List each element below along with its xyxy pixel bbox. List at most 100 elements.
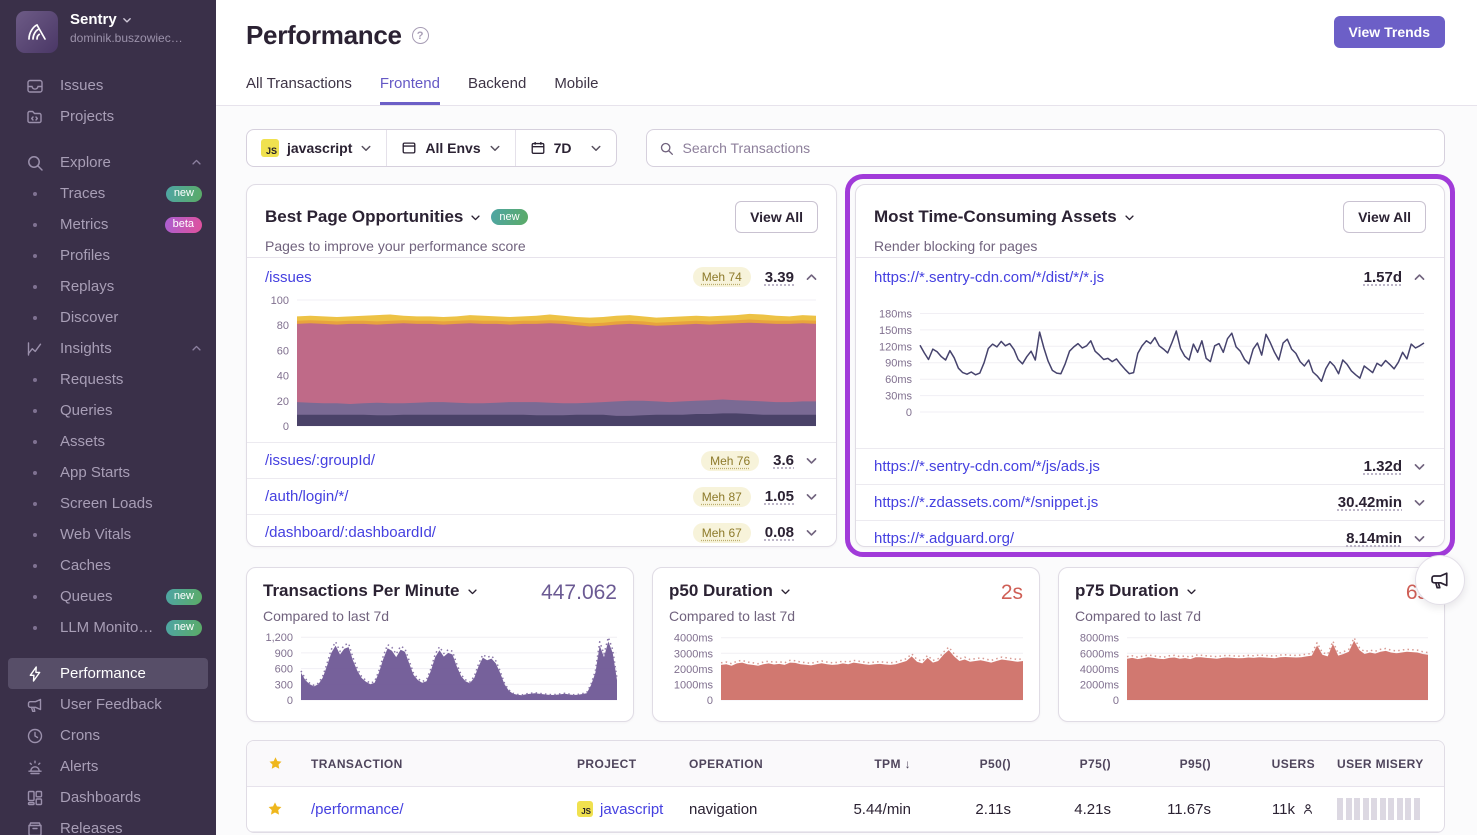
bullet-icon: [26, 278, 44, 296]
transaction-link[interactable]: /performance/: [311, 801, 404, 818]
star-column-header[interactable]: [247, 756, 303, 771]
collapse-row-button[interactable]: [1413, 271, 1426, 284]
svg-text:4000ms: 4000ms: [674, 633, 714, 645]
sidebar-item-explore[interactable]: Explore: [0, 147, 216, 178]
sidebar-item-alerts[interactable]: Alerts: [0, 751, 216, 782]
asset-link[interactable]: https://*.sentry-cdn.com/*/js/ads.js: [874, 458, 1100, 475]
asset-total-time: 30.42min: [1338, 494, 1402, 511]
sidebar-item-performance[interactable]: Performance: [8, 658, 208, 689]
tab-mobile[interactable]: Mobile: [554, 75, 598, 105]
assets-title-dropdown[interactable]: Most Time-Consuming Assets: [874, 207, 1135, 227]
org-user: dominik.buszowiec…: [70, 31, 183, 45]
transaction-link[interactable]: /issues/:groupId/: [265, 452, 375, 469]
svg-text:0: 0: [1113, 695, 1119, 707]
expand-row-button[interactable]: [805, 526, 818, 539]
expand-row-button[interactable]: [1413, 460, 1426, 473]
best-pages-view-all-button[interactable]: View All: [735, 201, 818, 233]
sentry-logo[interactable]: [16, 11, 58, 53]
col-p75[interactable]: P75(): [1033, 757, 1133, 771]
sidebar-item-replays[interactable]: Replays: [0, 271, 216, 302]
chevron-up-icon[interactable]: [191, 343, 202, 354]
p75-title-dropdown[interactable]: p75 Duration: [1075, 581, 1197, 601]
transaction-link[interactable]: /auth/login/*/: [265, 488, 348, 505]
transaction-link[interactable]: /dashboard/:dashboardId/: [265, 524, 436, 541]
sidebar-item-dashboards[interactable]: Dashboards: [0, 782, 216, 813]
user-misery-bars: [1337, 798, 1436, 820]
tab-frontend[interactable]: Frontend: [380, 75, 440, 105]
svg-text:120ms: 120ms: [879, 341, 913, 353]
view-trends-button[interactable]: View Trends: [1334, 16, 1445, 48]
environment-filter[interactable]: All Envs: [387, 130, 515, 166]
best-pages-title-dropdown[interactable]: Best Page Opportunities: [265, 207, 481, 227]
asset-total-time: 8.14min: [1346, 530, 1402, 547]
sidebar: Sentry dominik.buszowiec… IssuesProjects…: [0, 0, 216, 835]
starred-toggle[interactable]: [247, 801, 303, 817]
sidebar-item-projects[interactable]: Projects: [0, 101, 216, 132]
sidebar-item-label: Performance: [60, 665, 146, 682]
environment-filter-label: All Envs: [425, 140, 480, 156]
col-project[interactable]: PROJECT: [569, 757, 681, 771]
sidebar-item-label: Web Vitals: [60, 526, 131, 543]
collapse-row-button[interactable]: [805, 271, 818, 284]
expand-row-button[interactable]: [805, 490, 818, 503]
sidebar-item-label: Assets: [60, 433, 105, 450]
beta-badge: beta: [165, 217, 202, 233]
transaction-link[interactable]: /issues: [265, 269, 312, 286]
best_pages-chart-svg: 100806040200: [255, 294, 820, 438]
sidebar-item-insights[interactable]: Insights: [0, 333, 216, 364]
col-operation[interactable]: OPERATION: [681, 757, 811, 771]
sidebar-item-label: Explore: [60, 154, 111, 171]
asset-total-time: 1.57d: [1364, 269, 1402, 286]
col-p50[interactable]: P50(): [933, 757, 1033, 771]
assets-view-all-button[interactable]: View All: [1343, 201, 1426, 233]
p50-title-dropdown[interactable]: p50 Duration: [669, 581, 791, 601]
sidebar-item-metrics[interactable]: Metricsbeta: [0, 209, 216, 240]
asset-link[interactable]: https://*.zdassets.com/*/snippet.js: [874, 494, 1098, 511]
sidebar-item-releases[interactable]: Releases: [0, 813, 216, 835]
sidebar-item-queries[interactable]: Queries: [0, 395, 216, 426]
project-filter[interactable]: JS javascript: [247, 130, 387, 166]
tpm-title-dropdown[interactable]: Transactions Per Minute: [263, 581, 478, 601]
table-header: TRANSACTION PROJECT OPERATION TPM ↓ P50(…: [247, 741, 1444, 787]
sidebar-item-issues[interactable]: Issues: [0, 70, 216, 101]
col-users[interactable]: USERS: [1233, 757, 1329, 771]
col-transaction[interactable]: TRANSACTION: [303, 757, 569, 771]
sidebar-item-assets[interactable]: Assets: [0, 426, 216, 457]
tpm-chart: 1,2009006003000: [251, 628, 621, 710]
tab-backend[interactable]: Backend: [468, 75, 526, 105]
svg-text:900: 900: [275, 648, 293, 660]
sidebar-item-caches[interactable]: Caches: [0, 550, 216, 581]
project-link[interactable]: javascript: [600, 801, 663, 818]
user-icon: [1301, 802, 1315, 816]
org-name: Sentry: [70, 11, 117, 28]
chevron-down-icon: [467, 586, 478, 597]
sidebar-item-queues[interactable]: Queuesnew: [0, 581, 216, 612]
chevron-up-icon[interactable]: [191, 157, 202, 168]
date-range-filter[interactable]: 7D: [516, 130, 616, 166]
tpm-subtitle: Compared to last 7d: [247, 605, 633, 624]
expand-row-button[interactable]: [1413, 532, 1426, 545]
sidebar-item-requests[interactable]: Requests: [0, 364, 216, 395]
col-user-misery[interactable]: USER MISERY: [1329, 757, 1444, 771]
org-switcher[interactable]: Sentry dominik.buszowiec…: [0, 0, 216, 58]
expand-row-button[interactable]: [1413, 496, 1426, 509]
col-tpm[interactable]: TPM ↓: [811, 757, 933, 771]
tab-all-transactions[interactable]: All Transactions: [246, 75, 352, 105]
sidebar-item-crons[interactable]: Crons: [0, 720, 216, 751]
help-icon[interactable]: ?: [412, 27, 429, 44]
sidebar-item-user-feedback[interactable]: User Feedback: [0, 689, 216, 720]
sidebar-item-llm-monito[interactable]: LLM Monito…new: [0, 612, 216, 643]
feedback-fab-button[interactable]: [1415, 555, 1465, 605]
search-input[interactable]: [683, 140, 1432, 156]
sidebar-item-screen-loads[interactable]: Screen Loads: [0, 488, 216, 519]
sidebar-item-traces[interactable]: Tracesnew: [0, 178, 216, 209]
sidebar-item-web-vitals[interactable]: Web Vitals: [0, 519, 216, 550]
sidebar-item-profiles[interactable]: Profiles: [0, 240, 216, 271]
sidebar-item-discover[interactable]: Discover: [0, 302, 216, 333]
sidebar-item-label: Screen Loads: [60, 495, 153, 512]
expand-row-button[interactable]: [805, 454, 818, 467]
sidebar-item-app-starts[interactable]: App Starts: [0, 457, 216, 488]
asset-link[interactable]: https://*.sentry-cdn.com/*/dist/*/*.js: [874, 269, 1104, 286]
col-p95[interactable]: P95(): [1133, 757, 1233, 771]
asset-link[interactable]: https://*.adguard.org/: [874, 530, 1014, 547]
